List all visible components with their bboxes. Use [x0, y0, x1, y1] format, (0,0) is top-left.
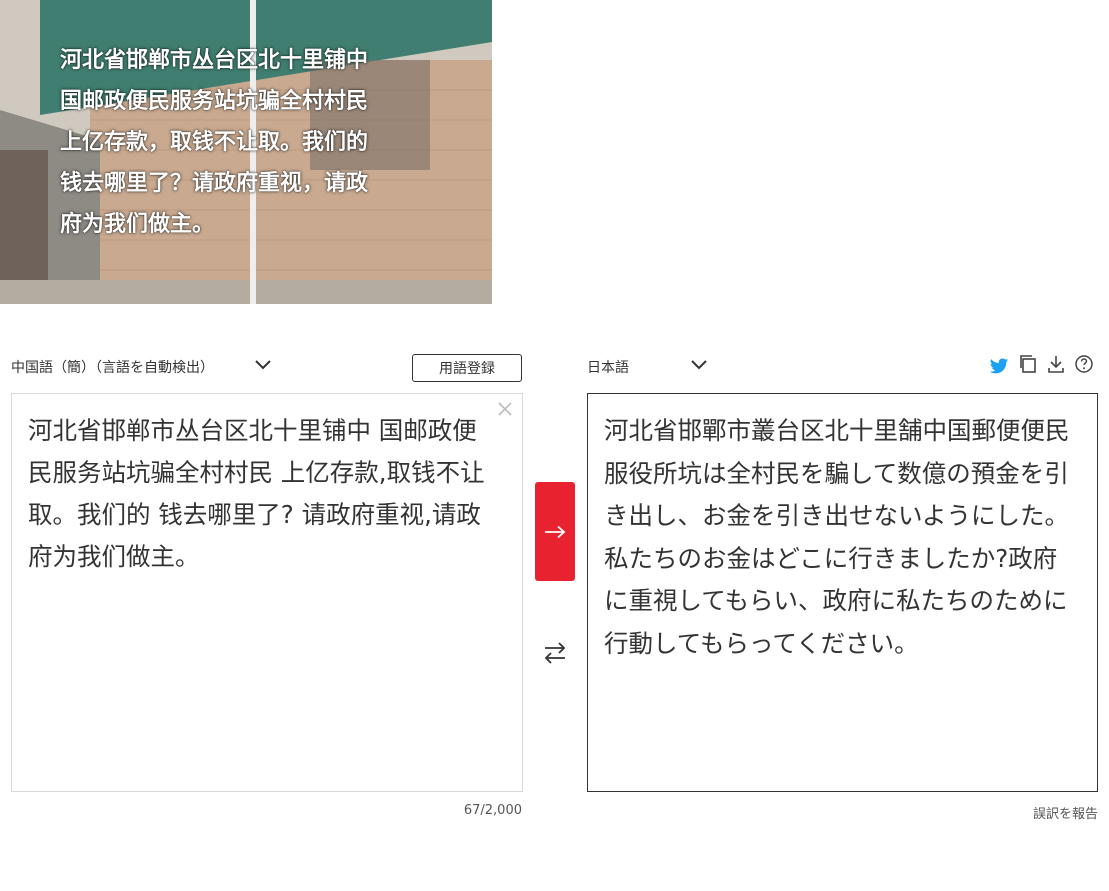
- translated-text: 河北省邯鄲市叢台区北十里舗中国郵便便民服役所坑は全村民を騙して数億の預金を引き出…: [604, 416, 1070, 658]
- help-icon[interactable]: [1074, 354, 1094, 374]
- report-mistranslation-link[interactable]: 誤訳を報告: [960, 803, 1098, 822]
- source-text-area[interactable]: 河北省邯郸市丛台区北十里铺中 国邮政便民服务站坑骗全村村民 上亿存款,取钱不让取…: [11, 393, 523, 792]
- arrow-right-icon: [545, 525, 566, 538]
- screenshot-photo: 河北省邯郸市丛台区北十里铺中 国邮政便民服务站坑骗全村村民 上亿存款，取钱不让取…: [0, 0, 492, 304]
- chevron-down-icon[interactable]: [254, 359, 272, 371]
- photo-caption: 河北省邯郸市丛台区北十里铺中 国邮政便民服务站坑骗全村村民 上亿存款，取钱不让取…: [60, 48, 369, 237]
- target-text-area: 河北省邯鄲市叢台区北十里舗中国郵便便民服役所坑は全村民を騙して数億の預金を引き出…: [587, 393, 1098, 792]
- swap-icon[interactable]: [542, 640, 568, 666]
- translate-button[interactable]: [535, 482, 575, 581]
- close-icon[interactable]: [496, 400, 514, 418]
- download-icon[interactable]: [1046, 354, 1066, 374]
- twitter-icon[interactable]: [989, 356, 1009, 376]
- copy-icon[interactable]: [1018, 354, 1038, 374]
- source-language-label[interactable]: 中国語（簡）（言語を自動検出）: [11, 357, 214, 377]
- glossary-button[interactable]: 用語登録: [412, 354, 522, 382]
- character-count: 67/2,000: [463, 803, 522, 818]
- chevron-down-icon[interactable]: [690, 359, 708, 371]
- source-text[interactable]: 河北省邯郸市丛台区北十里铺中 国邮政便民服务站坑骗全村村民 上亿存款,取钱不让取…: [28, 410, 498, 578]
- target-language-label[interactable]: 日本語: [587, 357, 629, 377]
